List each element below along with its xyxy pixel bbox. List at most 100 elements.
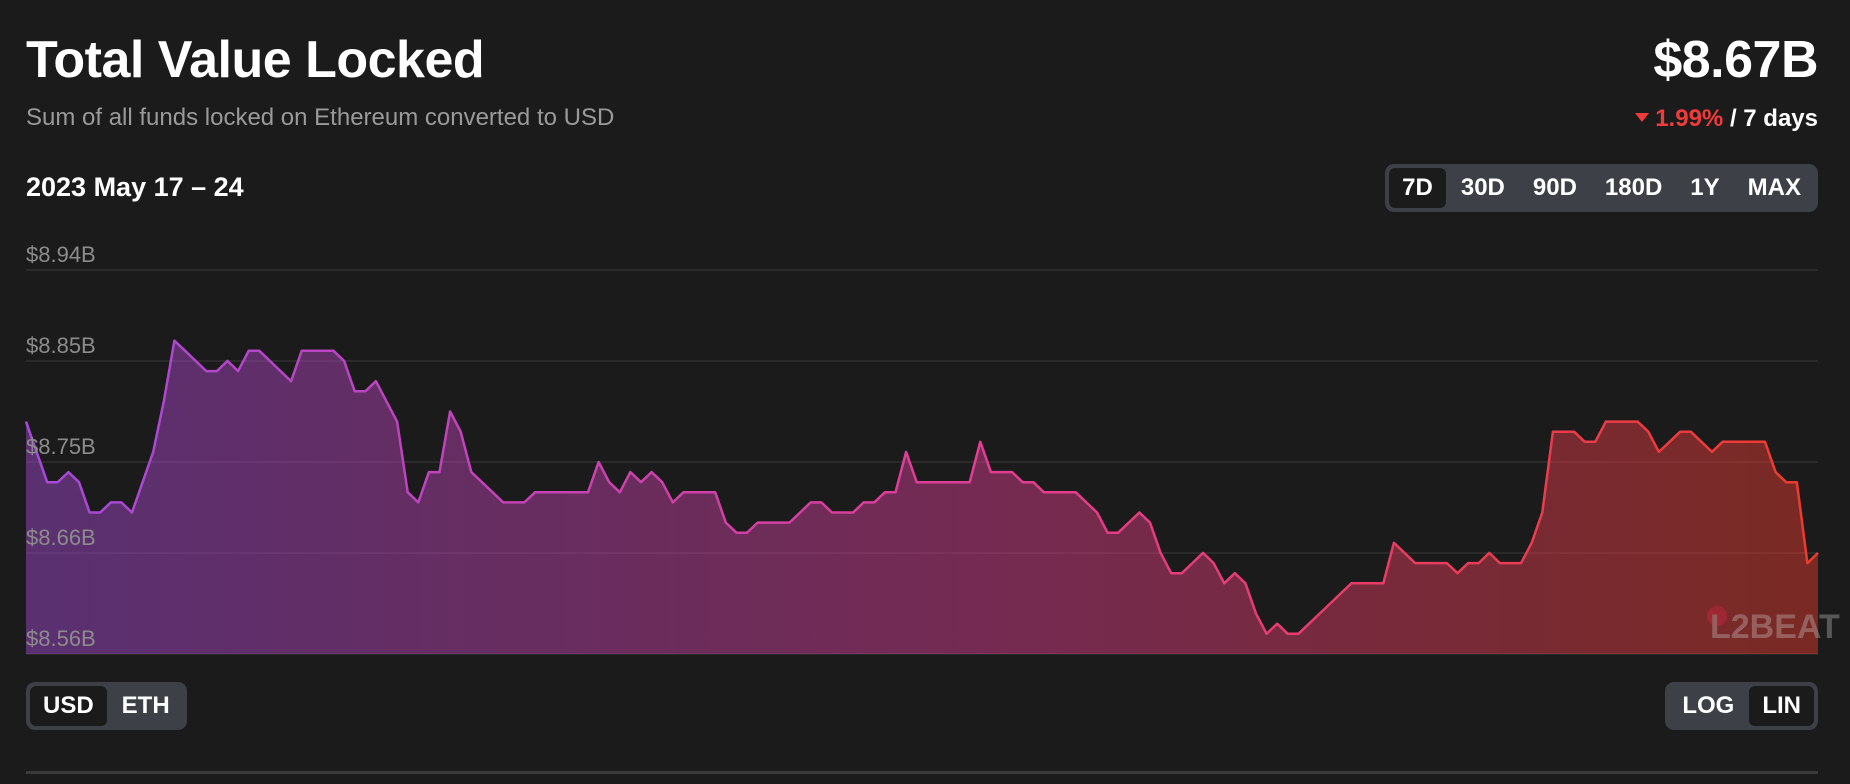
data-point — [226, 359, 229, 362]
data-point — [958, 481, 961, 484]
range-option-90d[interactable]: 90D — [1520, 168, 1590, 208]
data-point — [1488, 551, 1491, 554]
data-point — [1795, 481, 1798, 484]
range-option-180d[interactable]: 180D — [1592, 168, 1675, 208]
data-point — [756, 521, 759, 524]
data-point — [894, 491, 897, 494]
unit-option-usd[interactable]: USD — [30, 686, 107, 726]
data-point — [767, 521, 770, 524]
data-point — [396, 420, 399, 423]
change-indicator: 1.99% / 7 days — [1635, 105, 1818, 133]
data-point — [1255, 612, 1258, 615]
data-point — [523, 501, 526, 504]
data-point — [989, 471, 992, 474]
date-range-label: 2023 May 17 – 24 — [26, 172, 244, 202]
data-point — [1085, 501, 1088, 504]
data-point — [1456, 572, 1459, 575]
data-point — [1138, 511, 1141, 514]
unit-option-eth[interactable]: ETH — [109, 686, 183, 726]
data-point — [926, 481, 929, 484]
data-point — [88, 511, 91, 514]
data-point — [629, 471, 632, 474]
data-point — [1106, 531, 1109, 534]
data-point — [1785, 481, 1788, 484]
data-point — [78, 481, 81, 484]
data-point — [512, 501, 515, 504]
data-point — [46, 481, 49, 484]
data-point — [1424, 562, 1427, 565]
data-point — [1223, 582, 1226, 585]
scale-option-log[interactable]: LOG — [1669, 686, 1747, 726]
data-point — [1021, 481, 1024, 484]
data-point — [650, 471, 653, 474]
scale-option-lin[interactable]: LIN — [1749, 686, 1814, 726]
data-point — [120, 501, 123, 504]
data-point — [1467, 562, 1470, 565]
data-point — [1753, 440, 1756, 443]
data-point — [714, 491, 717, 494]
data-point — [873, 501, 876, 504]
data-point — [587, 491, 590, 494]
data-point — [247, 349, 250, 352]
data-point — [1202, 551, 1205, 554]
data-point — [1339, 592, 1342, 595]
data-point — [1117, 531, 1120, 534]
y-tick-label: $8.94B — [26, 242, 96, 267]
data-point — [1329, 602, 1332, 605]
data-point — [1000, 471, 1003, 474]
data-point — [279, 370, 282, 373]
change-period: / 7 days — [1729, 105, 1818, 132]
data-point — [300, 349, 303, 352]
data-point — [1509, 562, 1512, 565]
data-point — [258, 349, 261, 352]
data-point — [968, 481, 971, 484]
data-point — [830, 511, 833, 514]
data-point — [1149, 521, 1152, 524]
data-point — [353, 390, 356, 393]
data-point — [1679, 430, 1682, 433]
data-point — [205, 370, 208, 373]
data-point — [809, 501, 812, 504]
data-point — [290, 380, 293, 383]
data-point — [1594, 440, 1597, 443]
data-point — [1286, 632, 1289, 635]
data-point — [1403, 551, 1406, 554]
range-option-30d[interactable]: 30D — [1448, 168, 1518, 208]
data-point — [1212, 562, 1215, 565]
tvl-area-fill — [26, 340, 1818, 654]
data-point — [459, 430, 462, 433]
data-point — [1806, 562, 1809, 565]
unit-selector: USD ETH — [26, 682, 187, 730]
data-point — [693, 491, 696, 494]
data-point — [385, 400, 388, 403]
data-point — [544, 491, 547, 494]
svg-text:L2BEAT: L2BEAT — [1710, 608, 1840, 646]
range-option-1y[interactable]: 1Y — [1677, 168, 1732, 208]
data-point — [1064, 491, 1067, 494]
data-point — [555, 491, 558, 494]
range-option-7d[interactable]: 7D — [1389, 168, 1446, 208]
data-point — [576, 491, 579, 494]
data-point — [1096, 511, 1099, 514]
time-range-selector: 7D 30D 90D 180D 1Y MAX — [1385, 164, 1818, 212]
data-point — [1764, 440, 1767, 443]
data-point — [56, 481, 59, 484]
y-tick-label: $8.85B — [26, 333, 96, 358]
data-point — [947, 481, 950, 484]
data-point — [1244, 582, 1247, 585]
data-point — [1159, 551, 1162, 554]
data-point — [1742, 440, 1745, 443]
data-point — [109, 501, 112, 504]
range-option-max[interactable]: MAX — [1735, 168, 1814, 208]
data-point — [682, 491, 685, 494]
data-point — [1318, 612, 1321, 615]
data-point — [735, 531, 738, 534]
data-point — [1551, 430, 1554, 433]
data-point — [788, 521, 791, 524]
section-divider — [26, 771, 1818, 774]
data-point — [1233, 572, 1236, 575]
page-subtitle: Sum of all funds locked on Ethereum conv… — [26, 104, 615, 131]
data-point — [852, 511, 855, 514]
data-point — [1308, 622, 1311, 625]
data-point — [915, 481, 918, 484]
